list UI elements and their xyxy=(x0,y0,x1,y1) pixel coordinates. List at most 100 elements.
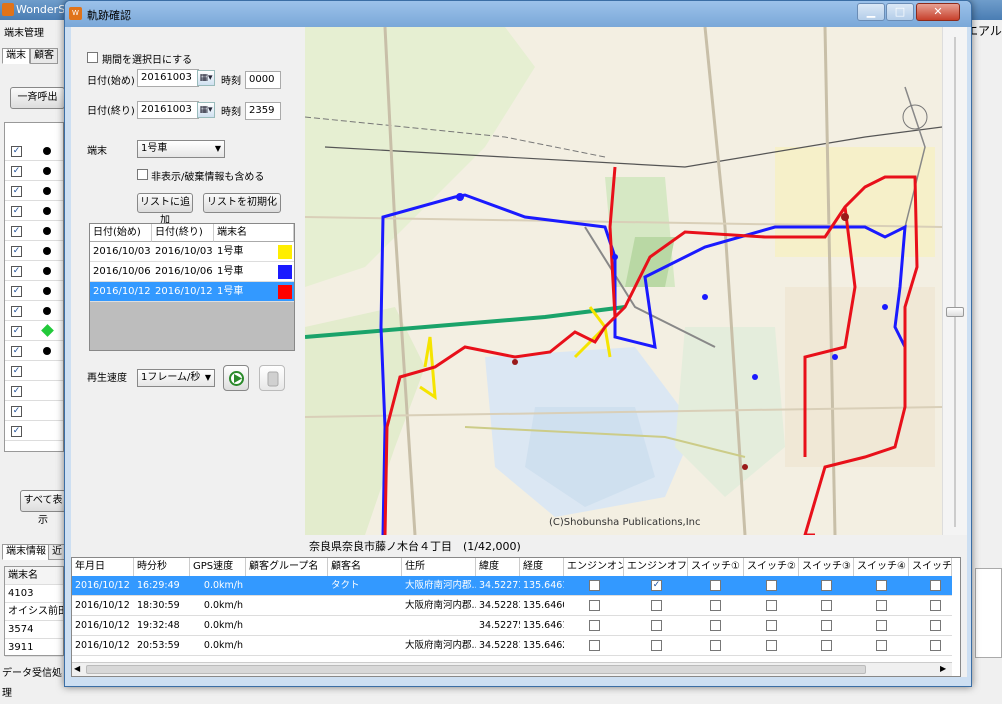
terminal-checkbox[interactable]: ✓ xyxy=(11,366,22,377)
table-row[interactable]: オイシス前田氏 xyxy=(5,603,63,621)
switch3-checkbox[interactable] xyxy=(821,600,832,611)
terminal-row[interactable]: ✓ xyxy=(5,381,63,401)
grid-header[interactable]: エンジンオフ xyxy=(624,558,688,576)
grid-header[interactable]: 緯度 xyxy=(476,558,520,576)
grid-header[interactable]: 時分秒 xyxy=(134,558,190,576)
scroll-right-icon[interactable]: ▶ xyxy=(940,664,946,673)
grid-header[interactable]: スイッチ④ xyxy=(854,558,909,576)
tab-terminal-info[interactable]: 端末情報 xyxy=(2,544,50,560)
stop-button[interactable] xyxy=(259,365,285,391)
terminal-row[interactable]: ✓ xyxy=(5,281,63,301)
grid-header[interactable]: 顧客グループ名 xyxy=(246,558,328,576)
terminal-row[interactable]: ✓ xyxy=(5,181,63,201)
show-all-button[interactable]: すべて表示 xyxy=(20,490,66,526)
terminal-row[interactable]: ✓ xyxy=(5,341,63,361)
start-time-field[interactable]: 0000 xyxy=(245,71,281,89)
switch5-checkbox[interactable] xyxy=(930,620,941,631)
list-item[interactable]: 2016/10/03 2016/10/03 1号車 xyxy=(90,242,294,262)
switch4-checkbox[interactable] xyxy=(876,600,887,611)
engine-on-checkbox[interactable] xyxy=(589,600,600,611)
terminal-checkbox[interactable]: ✓ xyxy=(11,326,22,337)
slider-thumb[interactable] xyxy=(946,307,964,317)
reset-list-button[interactable]: リストを初期化 xyxy=(203,193,281,213)
dialog-title-bar[interactable]: W 軌跡確認 ▁ □ ✕ xyxy=(65,1,971,27)
horizontal-scrollbar[interactable]: ◀ ▶ xyxy=(72,662,952,676)
speed-select[interactable]: 1フレーム/秒 ▼ xyxy=(137,369,215,387)
add-to-list-button[interactable]: リストに追加 xyxy=(137,193,193,226)
switch1-checkbox[interactable] xyxy=(710,620,721,631)
bulk-call-button[interactable]: 一斉呼出 xyxy=(10,87,65,109)
switch4-checkbox[interactable] xyxy=(876,640,887,651)
switch4-checkbox[interactable] xyxy=(876,620,887,631)
switch1-checkbox[interactable] xyxy=(710,640,721,651)
grid-header[interactable]: 顧客名 xyxy=(328,558,402,576)
minimize-button[interactable]: ▁ xyxy=(857,3,885,21)
scroll-left-icon[interactable]: ◀ xyxy=(74,664,80,673)
table-row[interactable]: 2016/10/12 20:53:59 0.0km/h 大阪府南河内郡... 3… xyxy=(72,636,952,656)
terminal-row[interactable]: ✓ xyxy=(5,361,63,381)
grid-header[interactable]: スイッチ② xyxy=(744,558,799,576)
start-date-field[interactable]: 20161003 xyxy=(137,69,199,87)
history-header[interactable]: 日付(終り) xyxy=(152,224,214,242)
history-header[interactable]: 日付(始め) xyxy=(90,224,152,242)
engine-off-checkbox[interactable] xyxy=(651,620,662,631)
end-date-field[interactable]: 20161003 xyxy=(137,101,199,119)
switch1-checkbox[interactable] xyxy=(710,580,721,591)
grid-header[interactable]: 年月日 xyxy=(72,558,134,576)
parent-menu-label[interactable]: 端末管理 xyxy=(4,24,44,39)
terminal-checkbox[interactable]: ✓ xyxy=(11,426,22,437)
tab-terminal[interactable]: 端末 xyxy=(2,48,30,64)
terminal-row[interactable]: ✓ xyxy=(5,141,63,161)
table-row[interactable]: 3911 xyxy=(5,639,63,657)
switch5-checkbox[interactable] xyxy=(930,580,941,591)
terminal-row[interactable]: ✓ xyxy=(5,421,63,441)
list-item[interactable]: 2016/10/06 2016/10/06 1号車 xyxy=(90,262,294,282)
table-row[interactable]: 2016/10/12 19:32:48 0.0km/h 34.52275... … xyxy=(72,616,952,636)
terminal-row[interactable]: ✓ xyxy=(5,261,63,281)
maximize-button[interactable]: □ xyxy=(886,3,914,21)
table-row[interactable]: 3574 xyxy=(5,621,63,639)
terminal-checkbox[interactable]: ✓ xyxy=(11,386,22,397)
engine-on-checkbox[interactable] xyxy=(589,580,600,591)
switch2-checkbox[interactable] xyxy=(766,620,777,631)
switch4-checkbox[interactable] xyxy=(876,580,887,591)
grid-header[interactable]: スイッチ① xyxy=(688,558,744,576)
switch5-checkbox[interactable] xyxy=(930,640,941,651)
device-select[interactable]: 1号車 ▼ xyxy=(137,140,225,158)
grid-header[interactable]: エンジンオン xyxy=(564,558,624,576)
route-map[interactable]: (C)Shobunsha Publications,Inc xyxy=(305,27,942,535)
engine-off-checkbox[interactable]: ✓ xyxy=(651,580,662,591)
switch2-checkbox[interactable] xyxy=(766,600,777,611)
engine-on-checkbox[interactable] xyxy=(589,620,600,631)
table-row[interactable]: 2016/10/12 18:30:59 0.0km/h 大阪府南河内郡... 3… xyxy=(72,596,952,616)
switch3-checkbox[interactable] xyxy=(821,640,832,651)
end-time-field[interactable]: 2359 xyxy=(245,102,281,120)
terminal-checkbox[interactable]: ✓ xyxy=(11,286,22,297)
history-header[interactable]: 端末名 xyxy=(214,224,294,242)
terminal-checkbox[interactable]: ✓ xyxy=(11,306,22,317)
close-button[interactable]: ✕ xyxy=(916,3,960,21)
switch3-checkbox[interactable] xyxy=(821,620,832,631)
terminal-row[interactable]: ✓ xyxy=(5,241,63,261)
terminal-row[interactable]: ✓ xyxy=(5,221,63,241)
grid-header[interactable]: スイッチ③ xyxy=(799,558,854,576)
engine-on-checkbox[interactable] xyxy=(589,640,600,651)
grid-header[interactable]: スイッチ⑤ xyxy=(909,558,952,576)
terminal-checkbox[interactable]: ✓ xyxy=(11,266,22,277)
play-button[interactable] xyxy=(223,365,249,391)
calendar-dropdown-icon[interactable]: ▦▾ xyxy=(197,70,215,86)
terminal-row[interactable]: ✓ xyxy=(5,321,63,341)
terminal-checkbox[interactable]: ✓ xyxy=(11,346,22,357)
tab-customer[interactable]: 顧客 xyxy=(30,48,58,64)
table-row[interactable]: 2016/10/12 16:29:49 0.0km/h タクト 大阪府南河内郡.… xyxy=(72,576,952,596)
include-hidden-checkbox[interactable] xyxy=(137,169,148,180)
terminal-checkbox[interactable]: ✓ xyxy=(11,206,22,217)
terminal-checkbox[interactable]: ✓ xyxy=(11,186,22,197)
engine-off-checkbox[interactable] xyxy=(651,640,662,651)
switch1-checkbox[interactable] xyxy=(710,600,721,611)
terminal-row[interactable]: ✓ xyxy=(5,301,63,321)
terminal-row[interactable]: ✓ xyxy=(5,401,63,421)
engine-off-checkbox[interactable] xyxy=(651,600,662,611)
terminal-checkbox[interactable]: ✓ xyxy=(11,226,22,237)
terminal-checkbox[interactable]: ✓ xyxy=(11,166,22,177)
